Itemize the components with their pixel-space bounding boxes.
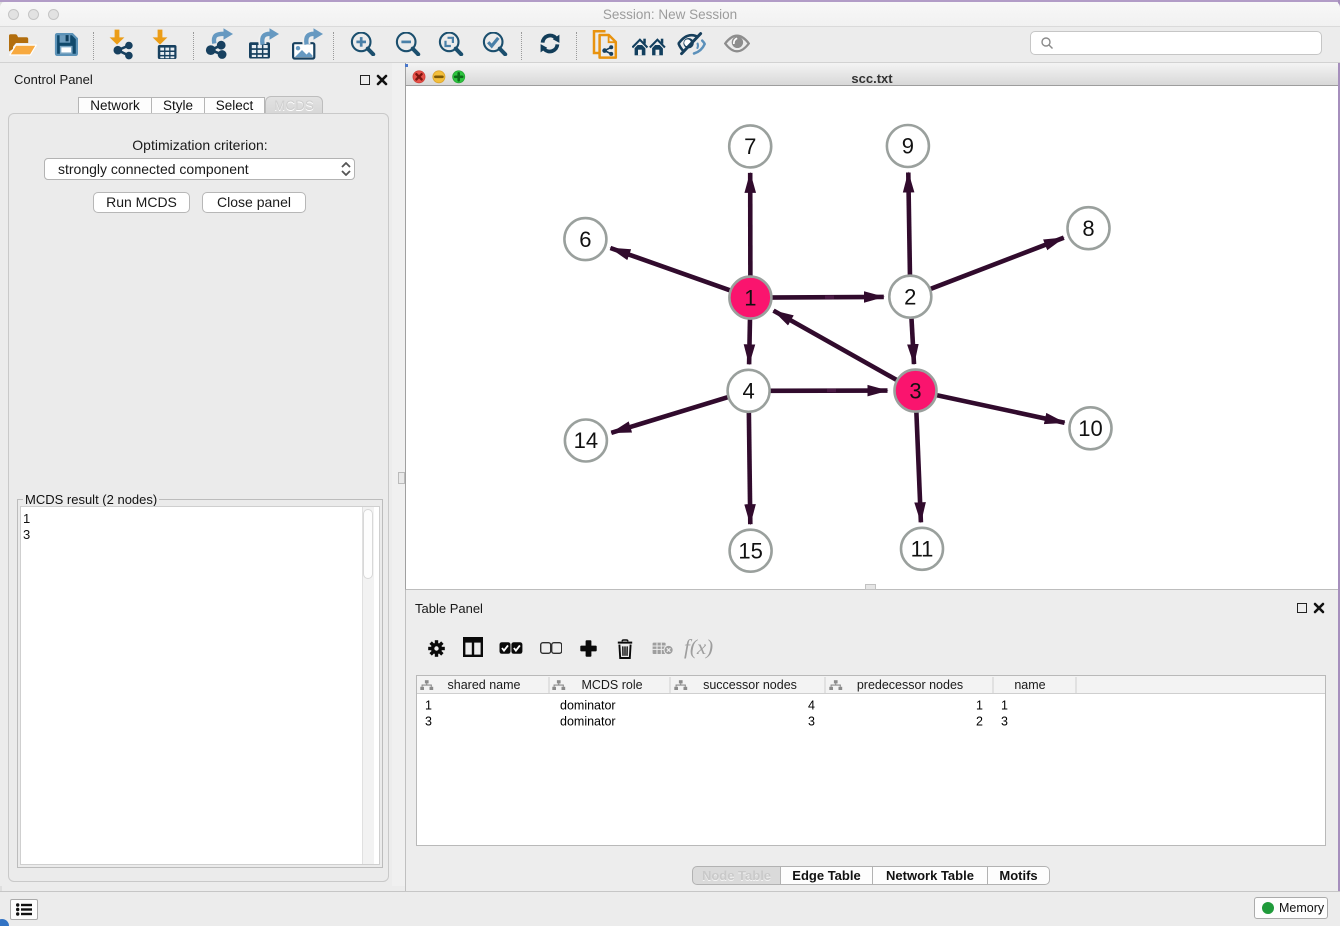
svg-text:shared name: shared name — [448, 678, 521, 692]
svg-text:10: 10 — [1078, 416, 1102, 441]
svg-text:15: 15 — [738, 538, 762, 563]
svg-text:9: 9 — [902, 134, 914, 159]
svg-text:7: 7 — [744, 134, 756, 159]
svg-text:11: 11 — [911, 537, 934, 562]
svg-text:6: 6 — [579, 227, 591, 252]
svg-text:MCDS role: MCDS role — [581, 678, 642, 692]
svg-text:4: 4 — [742, 379, 754, 404]
svg-text:14: 14 — [574, 428, 598, 453]
svg-text:successor nodes: successor nodes — [703, 678, 797, 692]
svg-text:3: 3 — [1001, 715, 1008, 729]
svg-text:4: 4 — [808, 699, 815, 713]
svg-text:1: 1 — [976, 699, 983, 713]
svg-text:1: 1 — [425, 699, 432, 713]
svg-text:dominator: dominator — [560, 715, 616, 729]
svg-text:3: 3 — [808, 715, 815, 729]
svg-text:dominator: dominator — [560, 699, 616, 713]
svg-text:8: 8 — [1082, 216, 1094, 241]
svg-text:3: 3 — [909, 378, 921, 403]
svg-text:1: 1 — [744, 285, 756, 310]
svg-text:predecessor nodes: predecessor nodes — [857, 678, 963, 692]
svg-text:2: 2 — [976, 715, 983, 729]
svg-text:3: 3 — [425, 715, 432, 729]
svg-text:1: 1 — [1001, 699, 1008, 713]
svg-text:name: name — [1014, 678, 1045, 692]
svg-text:2: 2 — [904, 284, 916, 309]
